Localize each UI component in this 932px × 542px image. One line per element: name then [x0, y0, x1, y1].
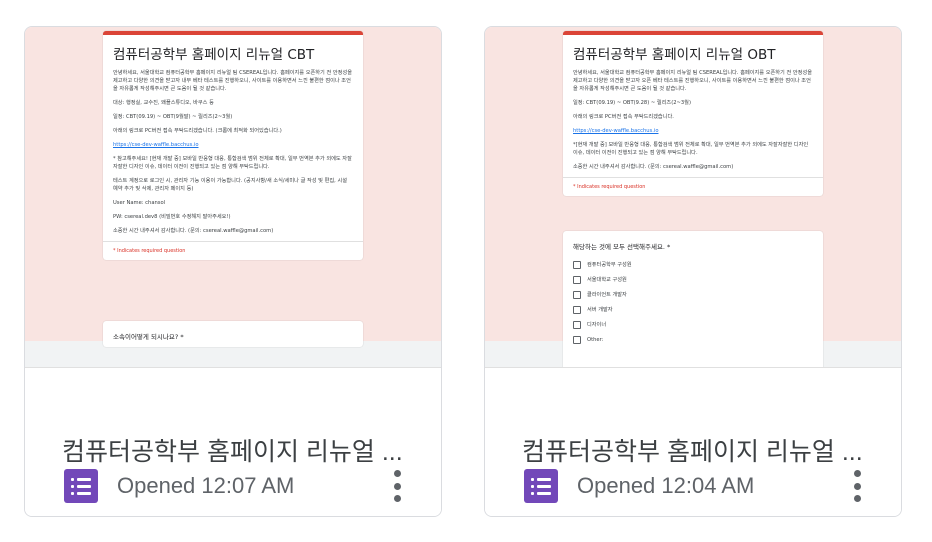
required-note: * Indicates required question	[563, 177, 823, 196]
form-description: 안녕하세요, 서울대학교 컴퓨터공학부 홈페이지 리뉴얼 팀 CSEREAL입니…	[563, 67, 823, 171]
desc-intro: 안녕하세요, 서울대학교 컴퓨터공학부 홈페이지 리뉴얼 팀 CSEREAL입니…	[573, 70, 812, 92]
form-title: 컴퓨터공학부 홈페이지 리뉴얼 OBT	[573, 47, 776, 63]
file-card[interactable]: 컴퓨터공학부 홈페이지 리뉴얼 OBT 안녕하세요, 서울대학교 컴퓨터공학부 …	[484, 26, 902, 517]
checkbox-option: 클라이언트 개발자	[563, 287, 823, 302]
more-vert-icon[interactable]	[847, 470, 867, 502]
form-title: 컴퓨터공학부 홈페이지 리뉴얼 CBT	[113, 47, 315, 63]
desc-access: 아래의 링크로 PC버전 접속 부탁드리겠습니다. (크롬에 최적화 되어있습니…	[113, 128, 282, 134]
google-forms-icon	[524, 469, 558, 503]
option-label: Other:	[587, 336, 604, 343]
file-name: 컴퓨터공학부 홈페이지 리뉴얼 ...	[62, 438, 403, 466]
option-label: 서버 개발자	[587, 307, 613, 313]
checkbox-icon	[573, 275, 581, 284]
required-note: * Indicates required question	[103, 241, 363, 260]
checkbox-option: 서버 개발자	[563, 302, 823, 317]
desc-schedule: 일정: CBT(09.19) ~ OBT(9월말) ~ 릴리즈(2~3월)	[113, 114, 233, 120]
desc-target: 대상: 행정실, 교수진, 왜플스튜디오, 바쿠스 등	[113, 100, 214, 106]
question-title: 해당하는 것에 모두 선택해주세요. *	[573, 243, 671, 251]
checkbox-icon	[573, 260, 581, 269]
checkbox-option: 디자이너	[563, 317, 823, 332]
checkbox-icon	[573, 320, 581, 329]
desc-password: PW: csereal.dev8 (비밀번호 수정해지 말아주세요!)	[113, 214, 231, 220]
file-name: 컴퓨터공학부 홈페이지 리뉴얼 ...	[522, 438, 863, 466]
desc-test-account: 테스트 계정으로 로그인 시, 관리자 기능 이용이 가능합니다. (공지사항/…	[113, 178, 347, 192]
question-card: 해당하는 것에 모두 선택해주세요. * 컴퓨터공학부 구성원 서울대학교 구성…	[563, 231, 823, 367]
desc-link: https://cse-dev-waffle.bacchus.io	[113, 142, 199, 148]
option-label: 디자이너	[587, 322, 607, 328]
option-label: 클라이언트 개발자	[587, 292, 627, 298]
question-title: 소속이어떻게 되시나요? *	[113, 333, 184, 341]
option-label: 컴퓨터공학부 구성원	[587, 262, 632, 268]
checkbox-icon	[573, 305, 581, 314]
form-description: 안녕하세요, 서울대학교 컴퓨터공학부 홈페이지 리뉴얼 팀 CSEREAL입니…	[103, 67, 363, 235]
form-header-card: 컴퓨터공학부 홈페이지 리뉴얼 OBT 안녕하세요, 서울대학교 컴퓨터공학부 …	[563, 31, 823, 196]
form-thumbnail: 컴퓨터공학부 홈페이지 리뉴얼 CBT 안녕하세요, 서울대학교 컴퓨터공학부 …	[25, 27, 441, 367]
question-card: 소속이어떻게 되시나요? *	[103, 321, 363, 347]
desc-username: User Name: chansol	[113, 200, 166, 206]
desc-intro: 안녕하세요, 서울대학교 컴퓨터공학부 홈페이지 리뉴얼 팀 CSEREAL입니…	[113, 70, 352, 92]
opened-time: Opened 12:04 AM	[577, 473, 755, 498]
file-meta: 컴퓨터공학부 홈페이지 리뉴얼 ... Opened 12:04 AM	[485, 367, 901, 516]
desc-schedule: 일정: CBT(09.19) ~ OBT(9.28) ~ 릴리즈(2~3월)	[573, 100, 691, 106]
checkbox-option: 컴퓨터공학부 구성원	[563, 257, 823, 272]
desc-note: * 참고해주세요! [현재 개발 중] 모바일 반응형 대응, 통합검색 범위 …	[113, 156, 352, 170]
desc-note: *[현재 개발 중] 모바일 반응형 대응, 통합검색 범위 전체로 확대, 일…	[573, 142, 809, 156]
desc-access: 아래의 링크로 PC버전 접속 부탁드리겠습니다.	[573, 114, 674, 120]
desc-thanks: 소중한 시간 내주셔서 감사합니다. (문의: csereal.waffle@g…	[113, 228, 274, 234]
file-card[interactable]: 컴퓨터공학부 홈페이지 리뉴얼 CBT 안녕하세요, 서울대학교 컴퓨터공학부 …	[24, 26, 442, 517]
desc-thanks: 소중한 시간 내주셔서 감사합니다. (문의: csereal.waffle@g…	[573, 164, 734, 170]
opened-time: Opened 12:07 AM	[117, 473, 295, 498]
checkbox-option: Other:	[563, 332, 823, 347]
desc-link: https://cse-dev-waffle.bacchus.io	[573, 128, 659, 134]
more-vert-icon[interactable]	[387, 470, 407, 502]
option-label: 서울대학교 구성원	[587, 277, 627, 283]
form-thumbnail: 컴퓨터공학부 홈페이지 리뉴얼 OBT 안녕하세요, 서울대학교 컴퓨터공학부 …	[485, 27, 901, 367]
google-forms-icon	[64, 469, 98, 503]
form-header-card: 컴퓨터공학부 홈페이지 리뉴얼 CBT 안녕하세요, 서울대학교 컴퓨터공학부 …	[103, 31, 363, 260]
file-meta: 컴퓨터공학부 홈페이지 리뉴얼 ... Opened 12:07 AM	[25, 367, 441, 516]
checkbox-icon	[573, 290, 581, 299]
checkbox-option: 서울대학교 구성원	[563, 272, 823, 287]
checkbox-icon	[573, 335, 581, 344]
